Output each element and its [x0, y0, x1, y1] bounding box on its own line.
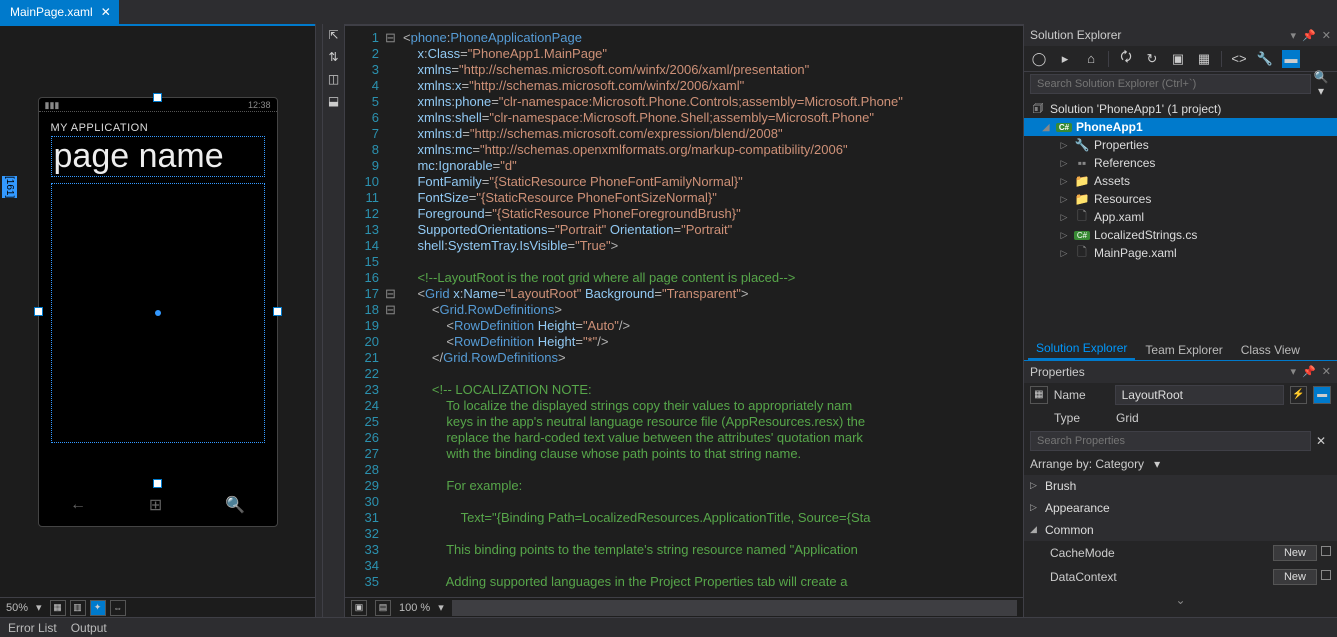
swap-panes-icon[interactable]: ⇅ [326, 50, 342, 66]
prop-cachemode[interactable]: CacheMode New [1024, 541, 1337, 565]
marker-icon[interactable] [1321, 570, 1331, 580]
design-view-icon[interactable]: ▣ [351, 600, 367, 616]
tab-title: MainPage.xaml [10, 5, 93, 19]
xaml-view-icon[interactable]: ▤ [375, 600, 391, 616]
close-tab-icon[interactable]: ✕ [101, 5, 111, 19]
csharp-icon: C# [1056, 123, 1072, 132]
solution-explorer-toolbar: ◯ ▸ ⌂ 🗘 ↻ ▣ ▦ <> 🔧 ▬ [1024, 46, 1337, 72]
pin-icon[interactable]: 📌 [1302, 29, 1316, 42]
resize-handle[interactable] [153, 479, 162, 488]
split-horizontal-icon[interactable]: ⬓ [326, 94, 342, 110]
home-icon[interactable]: ⌂ [1082, 50, 1100, 68]
preview-icon[interactable]: ▬ [1282, 50, 1300, 68]
tab-class-view[interactable]: Class View [1233, 340, 1308, 360]
new-button[interactable]: New [1273, 545, 1317, 561]
arrange-by[interactable]: Arrange by: Category▾ [1024, 453, 1337, 475]
search-icon: 🔍 [225, 495, 245, 515]
xaml-designer: [161] ▮▮▮ 12:38 MY APPLICATION page name [0, 24, 315, 617]
new-button[interactable]: New [1273, 569, 1317, 585]
search-icon[interactable]: 🔍▾ [1311, 70, 1331, 98]
type-value: Grid [1116, 411, 1139, 425]
horizontal-scrollbar[interactable] [452, 600, 1017, 616]
cat-appearance[interactable]: ▷Appearance [1024, 497, 1337, 519]
expand-pane-icon[interactable]: ⇱ [326, 28, 342, 44]
splitter[interactable] [315, 24, 323, 617]
name-input[interactable] [1115, 385, 1284, 405]
back-icon[interactable]: ◯ [1030, 50, 1048, 68]
effects-icon[interactable]: ✦ [90, 600, 106, 616]
clear-icon[interactable]: ✕ [1311, 434, 1331, 448]
dropdown-icon[interactable]: ▾ [1291, 365, 1297, 378]
file-tab[interactable]: MainPage.xaml ✕ [0, 0, 119, 24]
properties-view-icon[interactable]: ▬ [1313, 386, 1331, 404]
collapse-icon[interactable]: ▣ [1169, 50, 1187, 68]
code-icon[interactable]: <> [1230, 50, 1248, 68]
tree-node[interactable]: ▷C#LocalizedStrings.cs [1024, 226, 1337, 244]
solution-search-input[interactable] [1030, 74, 1311, 94]
wrench-icon: 🔧 [1074, 138, 1090, 152]
events-icon[interactable]: ⚡ [1290, 386, 1308, 404]
pin-icon[interactable]: 📌 [1302, 365, 1316, 378]
solution-explorer-header: Solution Explorer ▾ 📌 ✕ [1024, 24, 1337, 46]
resize-handle[interactable] [273, 307, 282, 316]
xaml-icon: 🗋 [1074, 207, 1090, 228]
page-title[interactable]: page name [51, 136, 265, 177]
snap-icon[interactable]: ▥ [70, 600, 86, 616]
forward-icon[interactable]: ▸ [1056, 50, 1074, 68]
editor-side-toolbar: ⇱ ⇅ ◫ ⬓ [323, 24, 345, 617]
editor-zoom[interactable]: 100 % [399, 602, 430, 614]
tree-node[interactable]: ▷🗋App.xaml [1024, 208, 1337, 226]
grid-element-icon[interactable]: ▦ [1030, 386, 1048, 404]
app-title: MY APPLICATION [51, 122, 265, 134]
pan-icon[interactable]: ⇔ [110, 600, 126, 616]
output-tab[interactable]: Output [71, 621, 107, 635]
tree-node[interactable]: ▷📁Assets [1024, 172, 1337, 190]
tree-node[interactable]: ▷🔧Properties [1024, 136, 1337, 154]
resize-handle[interactable] [34, 307, 43, 316]
phone-time: 12:38 [248, 100, 271, 109]
close-icon[interactable]: ✕ [1322, 29, 1331, 42]
tree-node[interactable]: ▷▪▪References [1024, 154, 1337, 172]
properties-search-input[interactable] [1030, 431, 1311, 451]
folder-icon: 📁 [1074, 174, 1090, 188]
xaml-icon: 🗋 [1074, 243, 1090, 264]
zoom-dropdown-icon[interactable]: ▾ [438, 601, 444, 614]
split-vertical-icon[interactable]: ◫ [326, 72, 342, 88]
tab-team-explorer[interactable]: Team Explorer [1137, 340, 1230, 360]
folder-icon: 📁 [1074, 192, 1090, 206]
tree-node[interactable]: ▷🗋MainPage.xaml [1024, 244, 1337, 262]
zoom-dropdown-icon[interactable]: ▾ [36, 601, 42, 614]
tree-node[interactable]: ▷📁Resources [1024, 190, 1337, 208]
signal-icon: ▮▮▮ [45, 100, 60, 109]
phone-preview[interactable]: ▮▮▮ 12:38 MY APPLICATION page name ← ⊞ [38, 97, 278, 527]
expand-more-icon[interactable]: ⌄ [1024, 589, 1337, 611]
content-panel[interactable] [51, 183, 265, 443]
code-editor[interactable]: 1234567891011121314151617181920212223242… [345, 24, 1023, 617]
close-icon[interactable]: ✕ [1322, 365, 1331, 378]
cs-icon: C# [1074, 231, 1090, 240]
project-node[interactable]: ◢C#PhoneApp1 [1024, 118, 1337, 136]
tab-solution-explorer[interactable]: Solution Explorer [1028, 338, 1135, 360]
designer-zoom[interactable]: 50% [6, 602, 28, 614]
error-list-tab[interactable]: Error List [8, 621, 57, 635]
solution-tree[interactable]: 🗊Solution 'PhoneApp1' (1 project) ◢C#Pho… [1024, 96, 1337, 339]
cat-brush[interactable]: ▷Brush [1024, 475, 1337, 497]
ruler-tag: [161] [2, 176, 17, 198]
solution-icon: 🗊 [1030, 99, 1046, 120]
properties-header: Properties ▾ 📌 ✕ [1024, 361, 1337, 383]
grid-icon[interactable]: ▦ [50, 600, 66, 616]
windows-icon: ⊞ [149, 495, 162, 515]
ref-icon: ▪▪ [1074, 156, 1090, 170]
prop-datacontext[interactable]: DataContext New [1024, 565, 1337, 589]
center-dot-icon [155, 310, 161, 316]
dropdown-icon[interactable]: ▾ [1291, 29, 1297, 42]
marker-icon[interactable] [1321, 546, 1331, 556]
resize-handle[interactable] [153, 93, 162, 102]
show-all-icon[interactable]: ▦ [1195, 50, 1213, 68]
back-icon: ← [70, 496, 86, 514]
cat-common[interactable]: ◢Common [1024, 519, 1337, 541]
properties-icon[interactable]: 🔧 [1256, 50, 1274, 68]
refresh-icon[interactable]: ↻ [1143, 50, 1161, 68]
sync-icon[interactable]: 🗘 [1117, 50, 1135, 68]
